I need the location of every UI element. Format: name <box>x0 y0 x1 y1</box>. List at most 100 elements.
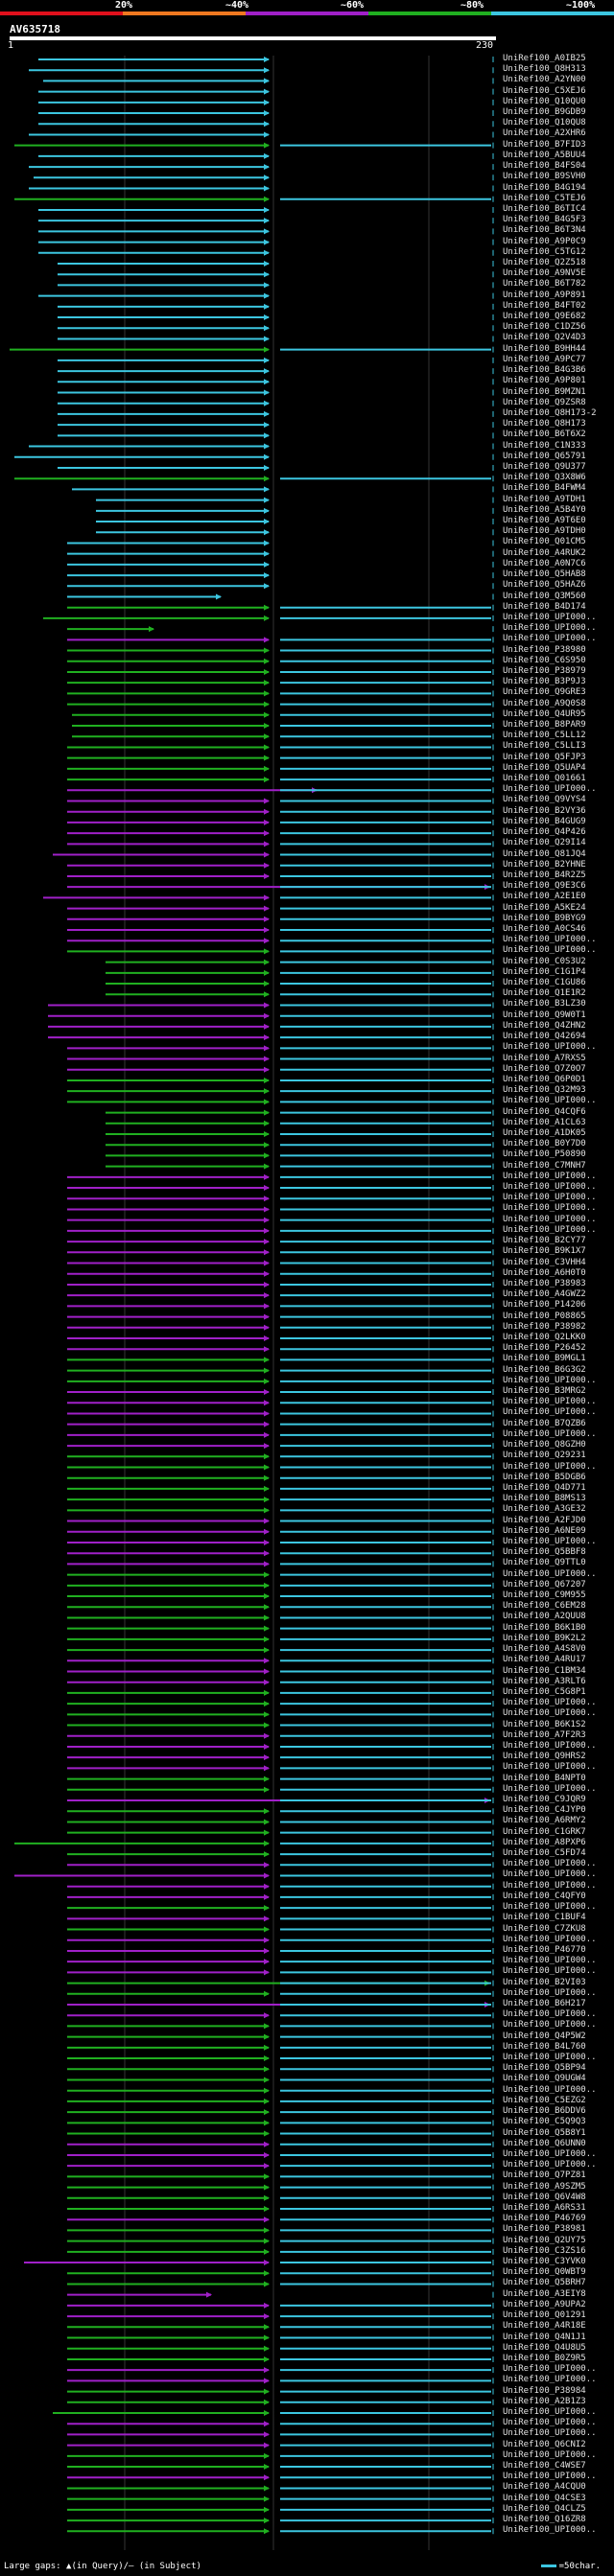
hit-label[interactable]: UniRef100_UPI000.. <box>503 1698 597 1708</box>
hit-label[interactable]: UniRef100_B4FWM4 <box>503 483 586 494</box>
hit-label[interactable]: UniRef100_A9TDH0 <box>503 526 586 537</box>
hit-label[interactable]: UniRef100_UPI000.. <box>503 1569 597 1580</box>
hit-label[interactable]: UniRef100_P26452 <box>503 1343 586 1354</box>
hit-label[interactable]: UniRef100_Q2V4D3 <box>503 333 586 343</box>
hit-label[interactable]: UniRef100_UPI000.. <box>503 634 597 644</box>
hit-label[interactable]: UniRef100_B4R2Z5 <box>503 870 586 881</box>
hit-label[interactable]: UniRef100_B9GDB9 <box>503 107 586 118</box>
hit-label[interactable]: UniRef100_C0S3U2 <box>503 957 586 967</box>
hit-label[interactable]: UniRef100_Q8H313 <box>503 64 586 75</box>
hit-label[interactable]: UniRef100_Q5B8Y1 <box>503 2128 586 2139</box>
hit-label[interactable]: UniRef100_A9NV5E <box>503 268 586 279</box>
hit-label[interactable]: UniRef100_A4GWZ2 <box>503 1289 586 1300</box>
hit-label[interactable]: UniRef100_A3GE32 <box>503 1504 586 1515</box>
hit-label[interactable]: UniRef100_A6NE09 <box>503 1526 586 1537</box>
hit-label[interactable]: UniRef100_C7MNH7 <box>503 1161 586 1172</box>
hit-label[interactable]: UniRef100_B4D174 <box>503 602 586 613</box>
hit-label[interactable]: UniRef100_C5LLI3 <box>503 741 586 752</box>
hit-label[interactable]: UniRef100_UPI000.. <box>503 1096 597 1106</box>
hit-label[interactable]: UniRef100_UPI000.. <box>503 1172 597 1182</box>
hit-label[interactable]: UniRef100_UPI000.. <box>503 1859 597 1869</box>
hit-label[interactable]: UniRef100_Q5UAP4 <box>503 763 586 774</box>
hit-label[interactable]: UniRef100_B4FS04 <box>503 161 586 172</box>
hit-label[interactable]: UniRef100_Q9VYS4 <box>503 795 586 805</box>
hit-label[interactable]: UniRef100_P38979 <box>503 666 586 677</box>
hit-label[interactable]: UniRef100_UPI000.. <box>503 1869 597 1880</box>
hit-label[interactable]: UniRef100_B6H217 <box>503 1999 586 2009</box>
hit-label[interactable]: UniRef100_B0Y7D0 <box>503 1139 586 1149</box>
hit-label[interactable]: UniRef100_Q8H173 <box>503 419 586 429</box>
hit-label[interactable]: UniRef100_Q2Z518 <box>503 258 586 268</box>
hit-label[interactable]: UniRef100_Q5HAB8 <box>503 569 586 580</box>
hit-label[interactable]: UniRef100_Q4U8U5 <box>503 2343 586 2354</box>
hit-label[interactable]: UniRef100_A9P891 <box>503 290 586 301</box>
hit-label[interactable]: UniRef100_A5KE24 <box>503 903 586 914</box>
hit-label[interactable]: UniRef100_UPI000.. <box>503 2407 597 2418</box>
hit-label[interactable]: UniRef100_UPI000.. <box>503 1966 597 1977</box>
hit-label[interactable]: UniRef100_C3ZS16 <box>503 2246 586 2257</box>
hit-label[interactable]: UniRef100_A8PXP6 <box>503 1838 586 1848</box>
hit-label[interactable]: UniRef100_Q7PZ81 <box>503 2170 586 2181</box>
hit-label[interactable]: UniRef100_C5EZG2 <box>503 2096 586 2106</box>
hit-label[interactable]: UniRef100_C5TG12 <box>503 247 586 258</box>
hit-label[interactable]: UniRef100_B4G5F3 <box>503 215 586 225</box>
hit-label[interactable]: UniRef100_B6TIC4 <box>503 204 586 215</box>
hit-label[interactable]: UniRef100_Q5HAZ6 <box>503 580 586 591</box>
hit-label[interactable]: UniRef100_Q01CM5 <box>503 537 586 547</box>
hit-label[interactable]: UniRef100_A7F2R3 <box>503 1730 586 1741</box>
hit-label[interactable]: UniRef100_C1N333 <box>503 441 586 452</box>
hit-label[interactable]: UniRef100_Q9GRE3 <box>503 687 586 698</box>
hit-label[interactable]: UniRef100_P46769 <box>503 2214 586 2224</box>
hit-label[interactable]: UniRef100_B6T6X2 <box>503 429 586 440</box>
hit-label[interactable]: UniRef100_Q3M560 <box>503 592 586 602</box>
hit-label[interactable]: UniRef100_Q5BBF8 <box>503 1547 586 1558</box>
hit-label[interactable]: UniRef100_A4RU17 <box>503 1655 586 1665</box>
hit-label[interactable]: UniRef100_C1BUF4 <box>503 1913 586 1923</box>
hit-label[interactable]: UniRef100_Q42694 <box>503 1032 586 1042</box>
hit-label[interactable]: UniRef100_UPI000.. <box>503 1708 597 1719</box>
hit-label[interactable]: UniRef100_Q1E1R2 <box>503 988 586 999</box>
hit-label[interactable]: UniRef100_C5LL12 <box>503 731 586 741</box>
hit-label[interactable]: UniRef100_Q65791 <box>503 452 586 462</box>
hit-label[interactable]: UniRef100_B6G3G2 <box>503 1365 586 1376</box>
hit-label[interactable]: UniRef100_A0N7C6 <box>503 559 586 569</box>
hit-label[interactable]: UniRef100_B4L760 <box>503 2042 586 2053</box>
hit-label[interactable]: UniRef100_Q9UGW4 <box>503 2074 586 2084</box>
hit-label[interactable]: UniRef100_Q7Z0O7 <box>503 1064 586 1075</box>
hit-label[interactable]: UniRef100_A6RS31 <box>503 2203 586 2214</box>
hit-label[interactable]: UniRef100_Q4CLZ5 <box>503 2504 586 2515</box>
hit-label[interactable]: UniRef100_A6H0T0 <box>503 1268 586 1279</box>
hit-label[interactable]: UniRef100_B4G3B6 <box>503 365 586 376</box>
hit-label[interactable]: UniRef100_Q4CSE3 <box>503 2494 586 2504</box>
hit-label[interactable]: UniRef100_UPI000.. <box>503 1762 597 1773</box>
hit-label[interactable]: UniRef100_UPI000.. <box>503 2009 597 2020</box>
hit-label[interactable]: UniRef100_B6K1S2 <box>503 1720 586 1730</box>
hit-label[interactable]: UniRef100_UPI000.. <box>503 1462 597 1473</box>
hit-label[interactable]: UniRef100_A7RXS5 <box>503 1054 586 1064</box>
hit-label[interactable]: UniRef100_UPI000.. <box>503 1193 597 1203</box>
hit-label[interactable]: UniRef100_UPI000.. <box>503 784 597 795</box>
hit-label[interactable]: UniRef100_UPI000.. <box>503 935 597 945</box>
hit-label[interactable]: UniRef100_B4GUG9 <box>503 817 586 827</box>
hit-label[interactable]: UniRef100_Q32M93 <box>503 1085 586 1096</box>
hit-label[interactable]: UniRef100_UPI000.. <box>503 1203 597 1214</box>
hit-label[interactable]: UniRef100_Q9HRS2 <box>503 1752 586 1762</box>
hit-label[interactable]: UniRef100_UPI000.. <box>503 945 597 956</box>
hit-label[interactable]: UniRef100_B2YHNE <box>503 860 586 870</box>
hit-label[interactable]: UniRef100_Q10QU0 <box>503 97 586 107</box>
hit-label[interactable]: UniRef100_A2YN00 <box>503 75 586 85</box>
hit-label[interactable]: UniRef100_Q9ZSR8 <box>503 398 586 408</box>
hit-label[interactable]: UniRef100_UPI000.. <box>503 623 597 634</box>
hit-label[interactable]: UniRef100_C1GU86 <box>503 978 586 988</box>
hit-label[interactable]: UniRef100_Q29I14 <box>503 838 586 848</box>
hit-label[interactable]: UniRef100_B5DGB6 <box>503 1473 586 1483</box>
hit-label[interactable]: UniRef100_Q01291 <box>503 2310 586 2321</box>
hit-label[interactable]: UniRef100_UPI000.. <box>503 2428 597 2439</box>
hit-label[interactable]: UniRef100_Q4CQF6 <box>503 1107 586 1118</box>
hit-label[interactable]: UniRef100_B7QZB6 <box>503 1419 586 1429</box>
hit-label[interactable]: UniRef100_UPI000.. <box>503 2020 597 2031</box>
hit-label[interactable]: UniRef100_A9Q0S8 <box>503 699 586 709</box>
hit-label[interactable]: UniRef100_UPI000.. <box>503 1042 597 1053</box>
hit-label[interactable]: UniRef100_A9T6E0 <box>503 516 586 526</box>
hit-label[interactable]: UniRef100_Q6P0D1 <box>503 1075 586 1085</box>
